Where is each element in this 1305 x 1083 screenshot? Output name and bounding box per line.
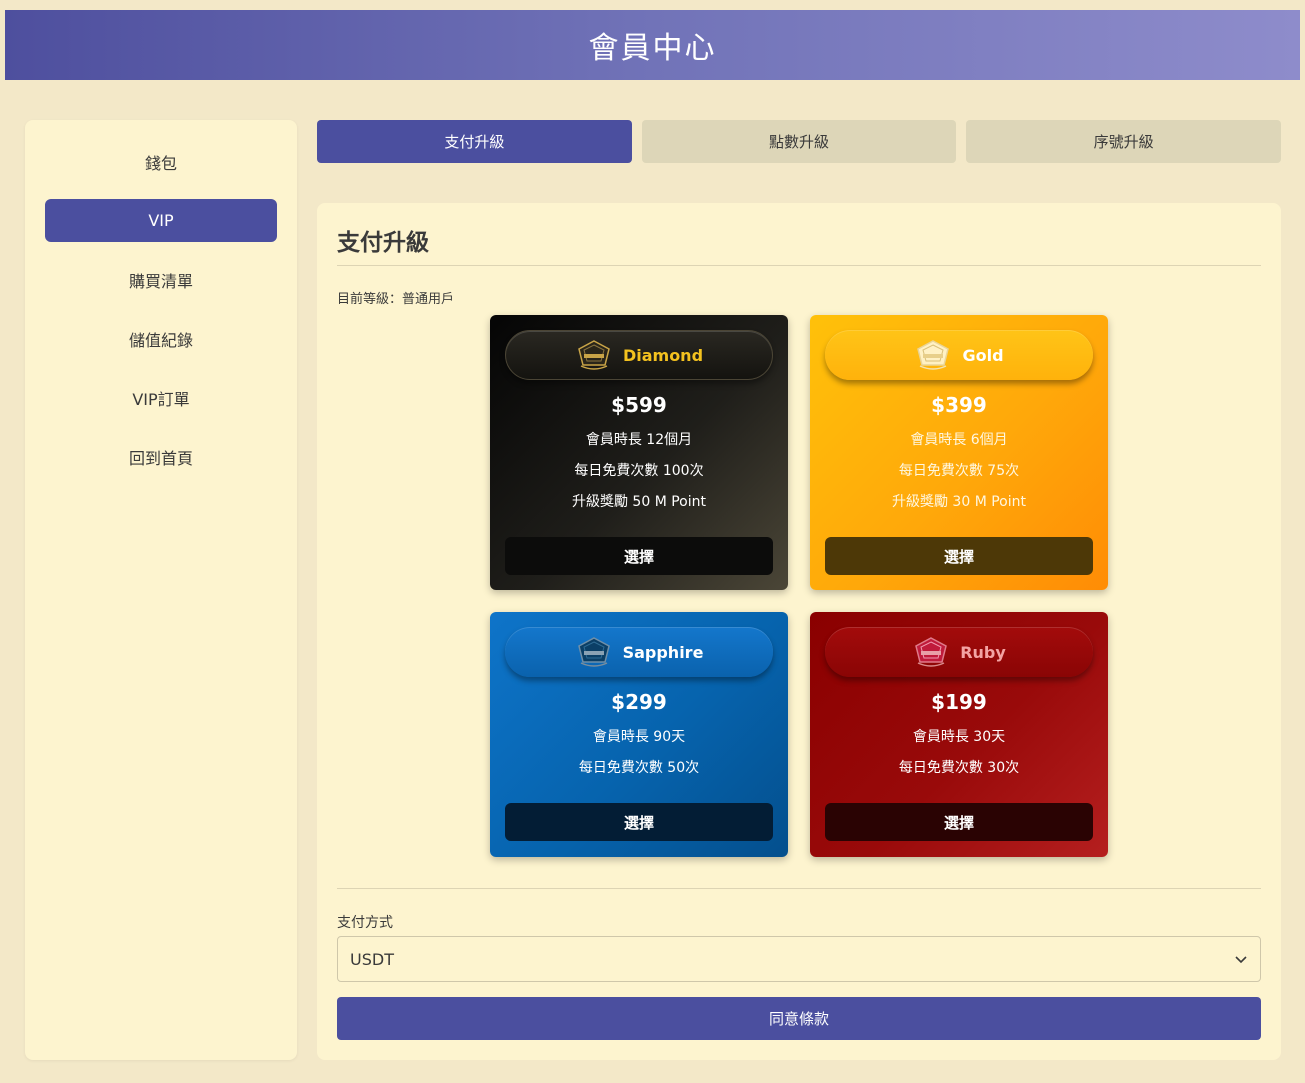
sidebar-item-home[interactable]: 回到首頁 [45,435,277,478]
plan-feature-duration: 會員時長 6個月 [910,432,1008,448]
plan-feature-daily-free: 每日免費次數 50次 [578,760,700,776]
panel-title: 支付升級 [337,223,1261,266]
sidebar-item-purchase-list[interactable]: 購買清單 [45,258,277,301]
gold-emblem-icon [917,340,950,370]
sidebar: 錢包 VIP 購買清單 儲值紀錄 VIP訂單 回到首頁 [25,120,297,1060]
diamond-emblem-icon [578,340,610,370]
plan-badge: Sapphire [505,627,773,677]
sidebar-item-vip-orders[interactable]: VIP訂單 [45,376,277,419]
tab-payment-upgrade[interactable]: 支付升級 [317,120,632,163]
plan-feature-duration: 會員時長 12個月 [585,432,693,448]
plan-card-gold: Gold $399 會員時長 6個月 每日免費次數 75次 升級獎勵 30 M … [810,315,1108,590]
plan-feature-daily-free: 每日免費次數 100次 [574,463,704,479]
plan-card-diamond: Diamond $599 會員時長 12個月 每日免費次數 100次 升級獎勵 … [490,315,788,590]
sidebar-item-wallet[interactable]: 錢包 [45,140,277,183]
payment-method-value: USDT [350,949,394,969]
plan-feature-daily-free: 每日免費次數 75次 [898,463,1020,479]
upgrade-panel: 支付升級 目前等級：普通用戶 Diamond $599 會員時長 12個月 每日… [317,203,1281,1060]
plan-feature-bonus: 升級獎勵 50 M Point [571,494,706,510]
plan-card-ruby: Ruby $199 會員時長 30天 每日免費次數 30次 選擇 [810,612,1108,857]
tab-serial-upgrade[interactable]: 序號升級 [966,120,1282,163]
plan-badge: Gold [825,330,1093,380]
plan-name: Diamond [622,345,704,365]
select-sapphire-button[interactable]: 選擇 [505,803,773,841]
select-diamond-button[interactable]: 選擇 [505,537,773,575]
page-header: 會員中心 [5,10,1300,80]
section-divider [337,888,1261,889]
plan-grid: Diamond $599 會員時長 12個月 每日免費次數 100次 升級獎勵 … [490,315,1108,857]
plan-price: $399 [931,393,987,417]
select-gold-button[interactable]: 選擇 [825,537,1093,575]
plan-badge: Diamond [505,330,773,380]
sidebar-item-vip[interactable]: VIP [45,199,277,242]
plan-card-sapphire: Sapphire $299 會員時長 90天 每日免費次數 50次 選擇 [490,612,788,857]
sidebar-item-topup-records[interactable]: 儲值紀錄 [45,317,277,360]
plan-feature-duration: 會員時長 90天 [592,729,686,745]
payment-method-select[interactable]: USDT [337,936,1261,982]
chevron-down-icon [1235,956,1247,964]
tab-points-upgrade[interactable]: 點數升級 [641,120,957,163]
page-title: 會員中心 [588,31,717,66]
plan-feature-bonus: 升級獎勵 30 M Point [891,494,1026,510]
select-ruby-button[interactable]: 選擇 [825,803,1093,841]
plan-price: $599 [611,393,667,417]
plan-name: Gold [962,345,1004,365]
upgrade-tabs: 支付升級 點數升級 序號升級 [317,120,1282,163]
plan-price: $299 [611,690,667,714]
payment-method-label: 支付方式 [337,915,393,931]
plan-feature-duration: 會員時長 30天 [912,729,1006,745]
plan-name: Ruby [960,642,1006,662]
plan-badge: Ruby [825,627,1093,677]
agree-terms-button[interactable]: 同意條款 [337,997,1261,1040]
plan-name: Sapphire [622,642,704,662]
sapphire-emblem-icon [577,637,610,667]
current-level-text: 目前等級：普通用戶 [337,292,455,307]
ruby-emblem-icon [915,637,948,667]
plan-feature-daily-free: 每日免費次數 30次 [898,760,1020,776]
plan-price: $199 [931,690,987,714]
